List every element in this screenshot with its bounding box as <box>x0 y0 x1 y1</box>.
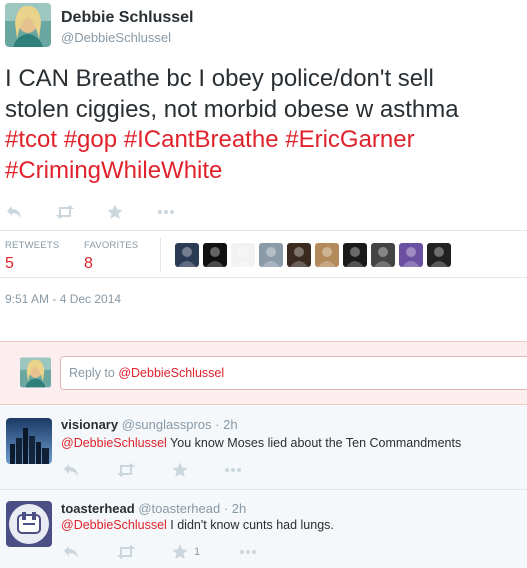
reply-body: You know Moses lied about the Ten Comman… <box>166 436 462 450</box>
favorites-label: FAVORITES <box>84 240 139 251</box>
hashtag-link[interactable]: #ICantBreathe <box>124 126 279 153</box>
reply-mention: @DebbieSchlussel <box>118 366 225 380</box>
reply-author-name: visionary <box>61 417 119 432</box>
favoriter-avatars <box>175 243 455 267</box>
hashtag-line: #tcot #gop #ICantBreathe #EricGarner <box>5 125 527 156</box>
reply-avatar[interactable] <box>6 418 52 464</box>
hashtag-link[interactable]: #CrimingWhileWhite <box>5 157 222 184</box>
favoriter-avatar[interactable] <box>399 243 423 267</box>
hashtag-link[interactable]: #tcot <box>5 126 57 153</box>
favoriter-avatar[interactable] <box>175 243 199 267</box>
favorite-count: 1 <box>194 546 201 558</box>
star-icon[interactable]: 1 <box>172 543 200 561</box>
retweet-icon[interactable] <box>116 461 136 479</box>
reply-text: @DebbieSchlussel I didn't know cunts had… <box>61 518 334 532</box>
retweets-label: RETWEETS <box>5 240 60 251</box>
reply-author[interactable]: visionary @sunglasspros · 2h <box>61 417 238 432</box>
user-avatar <box>20 357 51 388</box>
main-tweet: Debbie Schlussel @DebbieSchlussel I CAN … <box>0 0 527 340</box>
star-icon[interactable] <box>172 461 188 479</box>
reply-separator: · <box>223 501 229 516</box>
more-icon[interactable] <box>239 543 257 561</box>
author-avatar[interactable] <box>5 3 51 47</box>
more-icon[interactable] <box>224 461 242 479</box>
favorites-count: 8 <box>84 255 93 272</box>
reply-actions <box>0 461 527 481</box>
reply-author-handle: @sunglasspros <box>121 417 212 432</box>
hashtag-link[interactable]: #EricGarner <box>285 126 414 153</box>
reply-actions: 1 <box>0 543 527 563</box>
reply-icon[interactable] <box>63 461 79 479</box>
tweet-actions <box>0 203 527 223</box>
retweet-icon[interactable] <box>116 543 136 561</box>
tweet-timestamp[interactable]: 9:51 AM - 4 Dec 2014 <box>5 292 121 306</box>
reply-author[interactable]: toasterhead @toasterhead · 2h <box>61 501 246 516</box>
reply-composer: Reply to @DebbieSchlussel <box>0 341 527 405</box>
favoriter-avatar[interactable] <box>259 243 283 267</box>
hashtag-line: #CrimingWhileWhite <box>5 156 527 187</box>
reply-placeholder: Reply to <box>69 366 119 380</box>
reply-mention-link[interactable]: @DebbieSchlussel <box>61 436 167 450</box>
reply-input[interactable]: Reply to @DebbieSchlussel <box>60 356 527 390</box>
retweets-stat[interactable]: RETWEETS 5 <box>5 240 59 273</box>
favoriter-avatar[interactable] <box>371 243 395 267</box>
tweet-text-line: I CAN Breathe bc I obey police/don't sel… <box>5 65 434 92</box>
retweets-count: 5 <box>5 255 14 272</box>
reply-time[interactable]: 2h <box>232 501 246 516</box>
tweet-text-line: stolen ciggies, not morbid obese w asthm… <box>5 95 459 123</box>
reply-author-name: toasterhead <box>61 501 135 516</box>
author-name[interactable]: Debbie Schlussel <box>61 9 194 27</box>
reply-icon[interactable] <box>63 543 79 561</box>
favoriter-avatar[interactable] <box>203 243 227 267</box>
reply-body: I didn't know cunts had lungs. <box>166 518 334 532</box>
favoriter-avatar[interactable] <box>427 243 451 267</box>
favoriter-avatar[interactable] <box>315 243 339 267</box>
reply-text: @DebbieSchlussel You know Moses lied abo… <box>61 436 461 450</box>
author-handle[interactable]: @DebbieSchlussel <box>61 30 171 45</box>
stats-divider <box>160 238 161 272</box>
favoriter-avatar[interactable] <box>231 243 255 267</box>
reply-icon[interactable] <box>6 203 22 221</box>
favorites-stat[interactable]: FAVORITES 8 <box>84 240 138 273</box>
hashtag-link[interactable]: #gop <box>64 126 117 153</box>
reply-tweet[interactable]: toasterhead @toasterhead · 2h @DebbieSch… <box>0 490 527 568</box>
reply-avatar[interactable] <box>6 501 52 547</box>
reply-author-handle: @toasterhead <box>138 501 221 516</box>
favoriter-avatar[interactable] <box>287 243 311 267</box>
reply-separator: · <box>215 417 220 432</box>
reply-time[interactable]: 2h <box>223 417 237 432</box>
favoriter-avatar[interactable] <box>343 243 367 267</box>
more-icon[interactable] <box>157 203 175 221</box>
star-icon[interactable] <box>107 203 123 221</box>
retweet-icon[interactable] <box>55 203 75 221</box>
tweet-text: I CAN Breathe bc I obey police/don't sel… <box>5 64 527 186</box>
tweet-stats: RETWEETS 5 FAVORITES 8 <box>0 230 527 278</box>
reply-tweet[interactable]: visionary @sunglasspros · 2h @DebbieSchl… <box>0 406 527 490</box>
reply-mention-link[interactable]: @DebbieSchlussel <box>61 518 167 532</box>
